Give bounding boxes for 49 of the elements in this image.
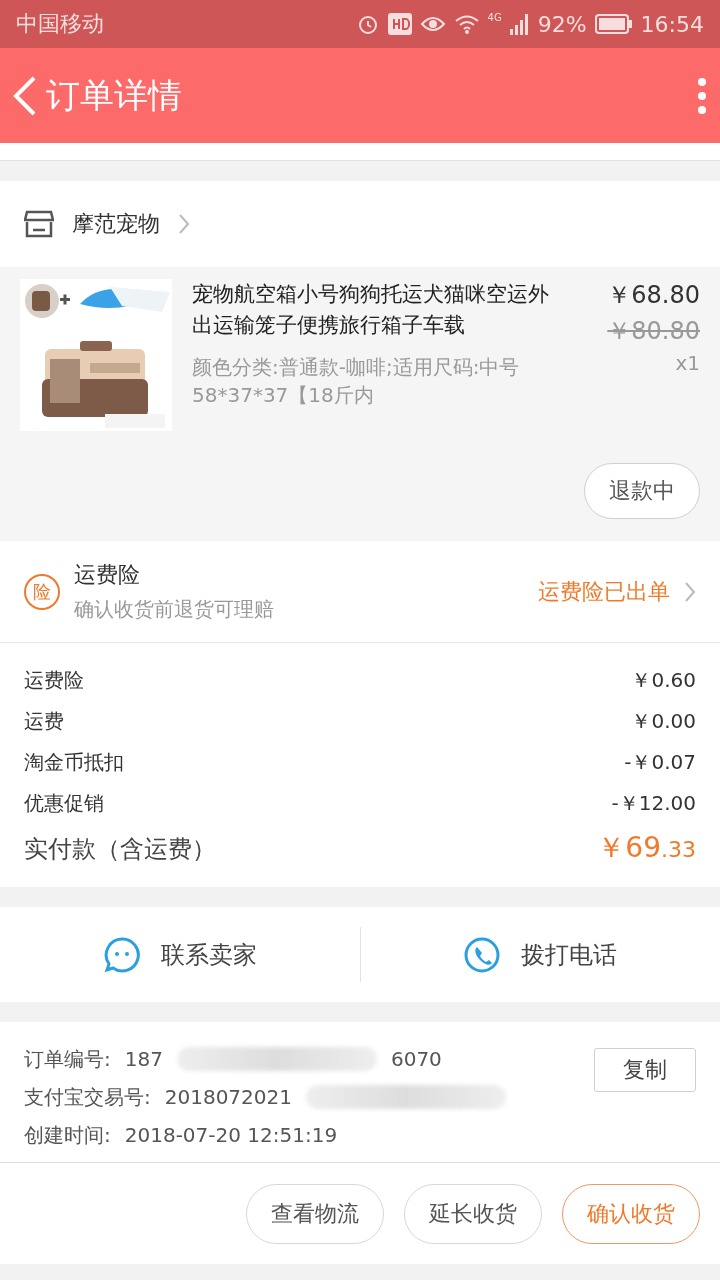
refund-status-button[interactable]: 退款中	[584, 463, 700, 519]
contact-seller-button[interactable]: 联系卖家	[0, 934, 360, 975]
info-value: 2018-07-20 12:51:19	[124, 1123, 338, 1147]
action-button[interactable]: 查看物流	[246, 1183, 384, 1244]
total-label: 实付款（含运费）	[24, 834, 216, 865]
info-label: 创建时间:	[24, 1121, 111, 1149]
total-amount: ￥69.33	[597, 830, 696, 866]
back-icon[interactable]	[12, 74, 38, 117]
product-quantity: x1	[675, 351, 700, 375]
fee-value: ￥0.60	[631, 667, 696, 694]
eye-icon	[419, 14, 446, 34]
battery-text: 92%	[537, 11, 587, 37]
battery-icon	[594, 14, 633, 34]
fee-label: 淘金币抵扣	[24, 749, 124, 776]
fee-label: 优惠促销	[24, 790, 104, 817]
product-price: ￥68.80	[607, 280, 700, 311]
action-button[interactable]: 延长收货	[404, 1183, 542, 1244]
product-variant: 颜色分类:普通款-咖啡;适用尺码:中号58*37*37【18斤内	[192, 354, 521, 409]
call-button[interactable]: 拨打电话	[360, 934, 720, 975]
fee-label: 运费险	[24, 667, 84, 694]
phone-icon	[463, 935, 502, 974]
fee-value: ￥0.00	[631, 708, 696, 735]
product-title[interactable]: 宠物航空箱小号狗狗托运犬猫咪空运外出运输笼子便携旅行箱子车载	[192, 279, 568, 341]
fee-value: -￥0.07	[624, 749, 696, 776]
clock-text: 16:54	[640, 11, 704, 37]
store-icon	[24, 210, 54, 238]
info-value: 2018072021	[164, 1085, 292, 1109]
insurance-subtitle: 确认收货前退货可理赔	[74, 596, 275, 623]
chat-face-icon	[102, 935, 141, 974]
network-text: 4G	[487, 12, 502, 23]
fee-label: 运费	[24, 708, 64, 735]
insurance-badge: 险	[24, 573, 60, 610]
page-title: 订单详情	[46, 73, 183, 117]
info-value: 187	[124, 1047, 163, 1071]
signal-icon	[509, 13, 530, 35]
insurance-title: 运费险	[74, 561, 141, 589]
store-name[interactable]: 摩范宠物	[72, 209, 160, 239]
more-icon[interactable]	[696, 75, 708, 116]
carrier-text: 中国移动	[16, 10, 104, 38]
copy-button[interactable]: 复制	[594, 1048, 696, 1092]
hd-icon	[387, 13, 412, 35]
info-label: 订单编号:	[24, 1045, 111, 1073]
original-price: ￥80.80	[607, 316, 700, 347]
info-value: 6070	[390, 1047, 442, 1071]
chevron-icon	[178, 213, 190, 235]
info-label: 支付宝交易号:	[24, 1083, 151, 1111]
chevron-icon	[684, 580, 696, 603]
fee-value: -￥12.00	[611, 790, 696, 817]
wifi-icon	[453, 14, 480, 34]
